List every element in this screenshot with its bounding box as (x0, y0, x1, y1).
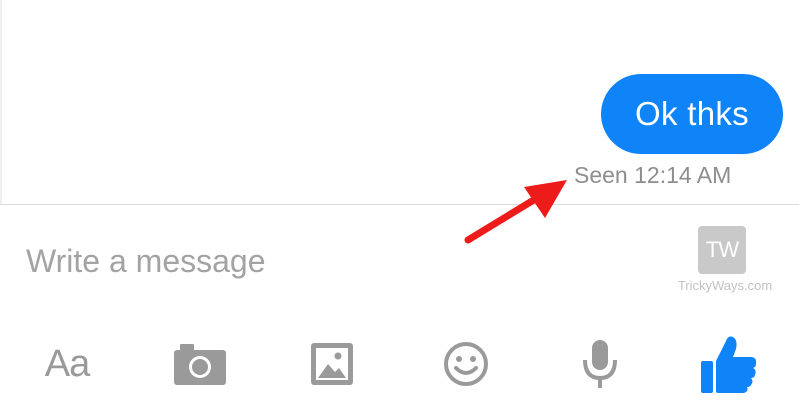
seen-status: Seen 12:14 AM (574, 162, 732, 188)
watermark-logo: TW (698, 226, 746, 274)
sent-message-bubble[interactable]: Ok thks (601, 74, 783, 154)
voice-button[interactable] (565, 334, 635, 394)
microphone-icon (583, 340, 617, 388)
emoji-button[interactable] (431, 334, 501, 394)
messenger-chat-screen: Ok thks Seen 12:14 AM TW TrickyWays.com … (0, 0, 799, 417)
message-thread[interactable]: Ok thks Seen 12:14 AM (0, 0, 799, 204)
emoji-icon (444, 342, 488, 386)
composer-toolbar: Aa (0, 312, 799, 417)
camera-button[interactable] (165, 334, 235, 394)
like-thumb-icon (701, 336, 757, 393)
like-button[interactable] (694, 334, 764, 394)
watermark: TW TrickyWays.com (665, 224, 785, 300)
gallery-button[interactable] (297, 334, 367, 394)
gallery-icon (311, 343, 353, 385)
text-style-icon: Aa (44, 342, 90, 385)
watermark-site: TrickyWays.com (677, 278, 773, 293)
text-style-button[interactable]: Aa (32, 334, 102, 394)
message-input[interactable] (26, 239, 646, 283)
camera-icon (174, 344, 226, 385)
